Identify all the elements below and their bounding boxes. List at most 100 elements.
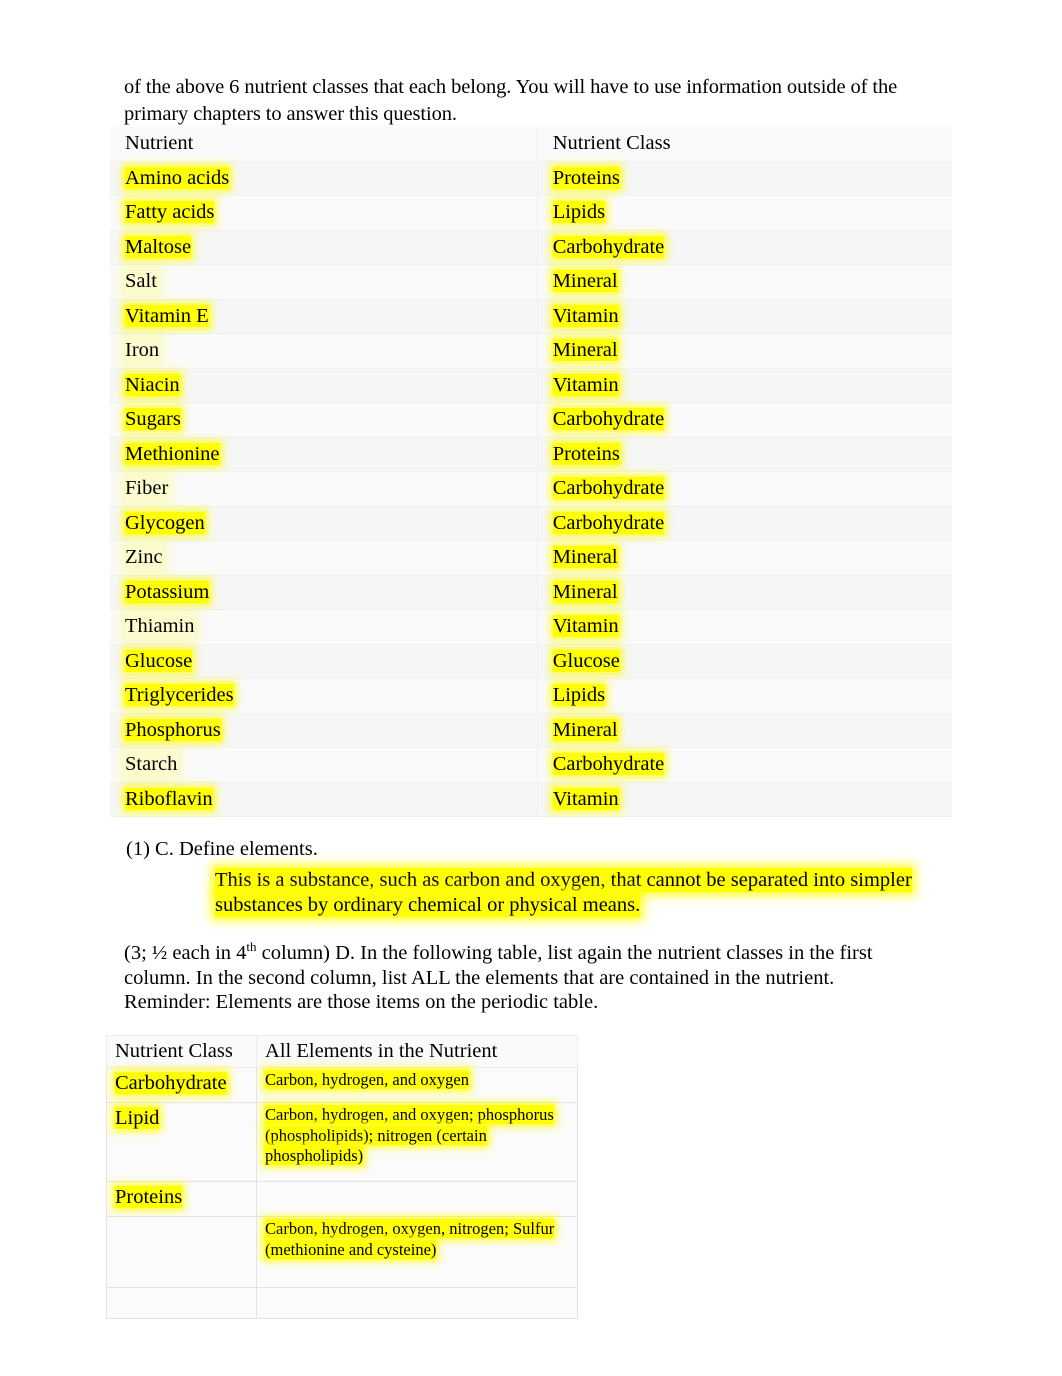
elements-table-row: Proteins — [105, 1181, 578, 1217]
nutrient-class-table: Nutrient Nutrient Class Amino acids Prot… — [110, 127, 952, 817]
cell-nutrient: Maltose — [110, 230, 538, 265]
table-row: Riboflavin Vitamin — [110, 782, 952, 817]
cell-nutrient-class: Proteins — [536, 161, 952, 196]
cell-nutrient-class: Lipids — [536, 678, 952, 714]
cell-nutrient-class: Carbohydrate — [536, 506, 952, 541]
cell-nutrient-class: Carbohydrate — [536, 402, 952, 438]
nutrient-text: Maltose — [125, 235, 192, 258]
nutrient-class-text: Lipids — [552, 201, 606, 223]
question-c-prompt: (1) C. Define elements. — [126, 838, 318, 860]
table-row: Niacin Vitamin — [110, 368, 952, 403]
cell-nutrient: Niacin — [110, 368, 538, 403]
nutrient-class-text: Mineral — [552, 580, 618, 603]
question-c-answer: This is a substance, such as carbon and … — [215, 868, 935, 918]
answer-line-1: This is a substance, such as carbon and … — [215, 868, 912, 892]
table-row: Iron Mineral — [110, 333, 952, 369]
table-row: Salt Mineral — [110, 264, 952, 300]
cell-nutrient: Glucose — [110, 644, 538, 679]
cell-nutrient-class: Glucose — [536, 644, 952, 679]
nutrient-class-text: Vitamin — [552, 615, 619, 637]
cell-nutrient: Triglycerides — [110, 678, 538, 714]
nutrient-text: Thiamin — [125, 615, 195, 637]
ordinal-superscript: th — [246, 939, 257, 955]
elements-table-row: Carbohydrate Carbon, hydrogen, and oxyge… — [105, 1067, 578, 1103]
nutrient-class-text: Carbohydrate — [552, 753, 665, 775]
cell-nutrient: Sugars — [110, 402, 538, 438]
cell-nutrient-class: Mineral — [536, 540, 952, 576]
nutrient-text: Phosphorus — [125, 718, 221, 741]
table-header-row: Nutrient Nutrient Class — [110, 127, 952, 162]
cell-nutrient: Glycogen — [110, 506, 538, 541]
table-row: Phosphorus Mineral — [110, 713, 952, 748]
cell-nutrient-class: Mineral — [536, 713, 952, 748]
nutrient-text: Fiber — [125, 477, 169, 499]
nutrient-text: Niacin — [125, 373, 180, 396]
cell-nutrient: Thiamin — [110, 609, 538, 645]
cell-nutrient-class: Lipids — [536, 195, 952, 231]
cell-nutrient: Amino acids — [110, 161, 538, 196]
question-d-prompt: (3; ½ each in 4th column) D. In the foll… — [124, 939, 914, 1015]
nutrient-text: Riboflavin — [125, 787, 213, 810]
elements-table-spacer-row — [105, 1287, 578, 1319]
answer-line-2: substances by ordinary chemical or physi… — [215, 893, 641, 917]
table-row: Maltose Carbohydrate — [110, 230, 952, 265]
nutrient-class-text: Carbohydrate — [552, 408, 665, 430]
spacer-cell-left — [105, 1287, 258, 1319]
cell-nutrient: Riboflavin — [110, 782, 538, 817]
cell-nutrient-class: Carbohydrate — [536, 230, 952, 265]
nutrient-text: Starch — [125, 753, 178, 775]
cell-nutrient: Fiber — [110, 471, 538, 507]
cell-nutrient-class: Carbohydrate — [536, 747, 952, 783]
cell-elements: Carbon, hydrogen, and oxygen; phosphorus… — [256, 1102, 578, 1182]
nutrient-class-text: Mineral — [552, 718, 618, 741]
cell-nutrient: Zinc — [110, 540, 538, 576]
nutrient-text: Salt — [125, 270, 157, 292]
nutrient-text: Glycogen — [125, 511, 205, 534]
nutrient-class-text: Glucose — [552, 649, 620, 672]
cell-elements: Carbon, hydrogen, and oxygen — [256, 1067, 578, 1103]
nutrient-class-text: Vitamin — [552, 304, 619, 327]
header-label-nutrient: Nutrient — [125, 132, 194, 154]
cell-nutrient: Vitamin E — [110, 299, 538, 334]
cell-nutrient: Methionine — [110, 437, 538, 472]
table-row: Glycogen Carbohydrate — [110, 506, 952, 541]
nutrient-class-text: Mineral — [552, 546, 618, 568]
cell-nutrient: Potassium — [110, 575, 538, 610]
header-cell-nutrient-class: Nutrient Class — [536, 127, 952, 162]
elements-text: Carbon, hydrogen, and oxygen — [265, 1070, 469, 1089]
header-label-nutrient-class: Nutrient Class — [115, 1040, 233, 1062]
cell-nutrient-class: Mineral — [536, 333, 952, 369]
nutrient-class-text: Proteins — [115, 1186, 183, 1208]
nutrient-text: Triglycerides — [125, 684, 234, 706]
nutrient-class-text: Proteins — [552, 442, 620, 465]
nutrient-class-text: Lipid — [115, 1107, 160, 1129]
table-row: Fiber Carbohydrate — [110, 471, 952, 507]
cell-nutrient-class: Proteins — [536, 437, 952, 472]
nutrient-class-text: Carbohydrate — [115, 1072, 227, 1094]
cell-nutrient: Phosphorus — [110, 713, 538, 748]
elements-header-row: Nutrient Class All Elements in the Nutri… — [105, 1035, 578, 1068]
cell-nutrient-class: Vitamin — [536, 368, 952, 403]
table-row: Glucose Glucose — [110, 644, 952, 679]
cell-nutrient-class: Vitamin — [536, 299, 952, 334]
table-row: Starch Carbohydrate — [110, 747, 952, 783]
nutrient-text: Glucose — [125, 649, 193, 672]
nutrient-text: Fatty acids — [125, 201, 215, 223]
cell-nutrient-class: Proteins — [105, 1181, 258, 1217]
nutrient-class-text: Lipids — [552, 684, 606, 706]
cell-nutrient: Salt — [110, 264, 538, 300]
cell-nutrient: Iron — [110, 333, 538, 369]
table-row: Thiamin Vitamin — [110, 609, 952, 645]
header-label-nutrient-class: Nutrient Class — [552, 132, 671, 154]
cell-nutrient-class: Mineral — [536, 575, 952, 610]
document-page: of the above 6 nutrient classes that eac… — [0, 0, 1062, 1376]
nutrient-text: Iron — [125, 339, 160, 361]
spacer-cell-right — [256, 1287, 578, 1319]
table-row: Methionine Proteins — [110, 437, 952, 472]
nutrient-text: Sugars — [125, 408, 181, 430]
cell-nutrient-class: Vitamin — [536, 609, 952, 645]
table-row: Triglycerides Lipids — [110, 678, 952, 714]
table-row: Amino acids Proteins — [110, 161, 952, 196]
nutrient-class-text: Vitamin — [552, 373, 619, 396]
cell-nutrient-class-empty — [105, 1216, 258, 1288]
